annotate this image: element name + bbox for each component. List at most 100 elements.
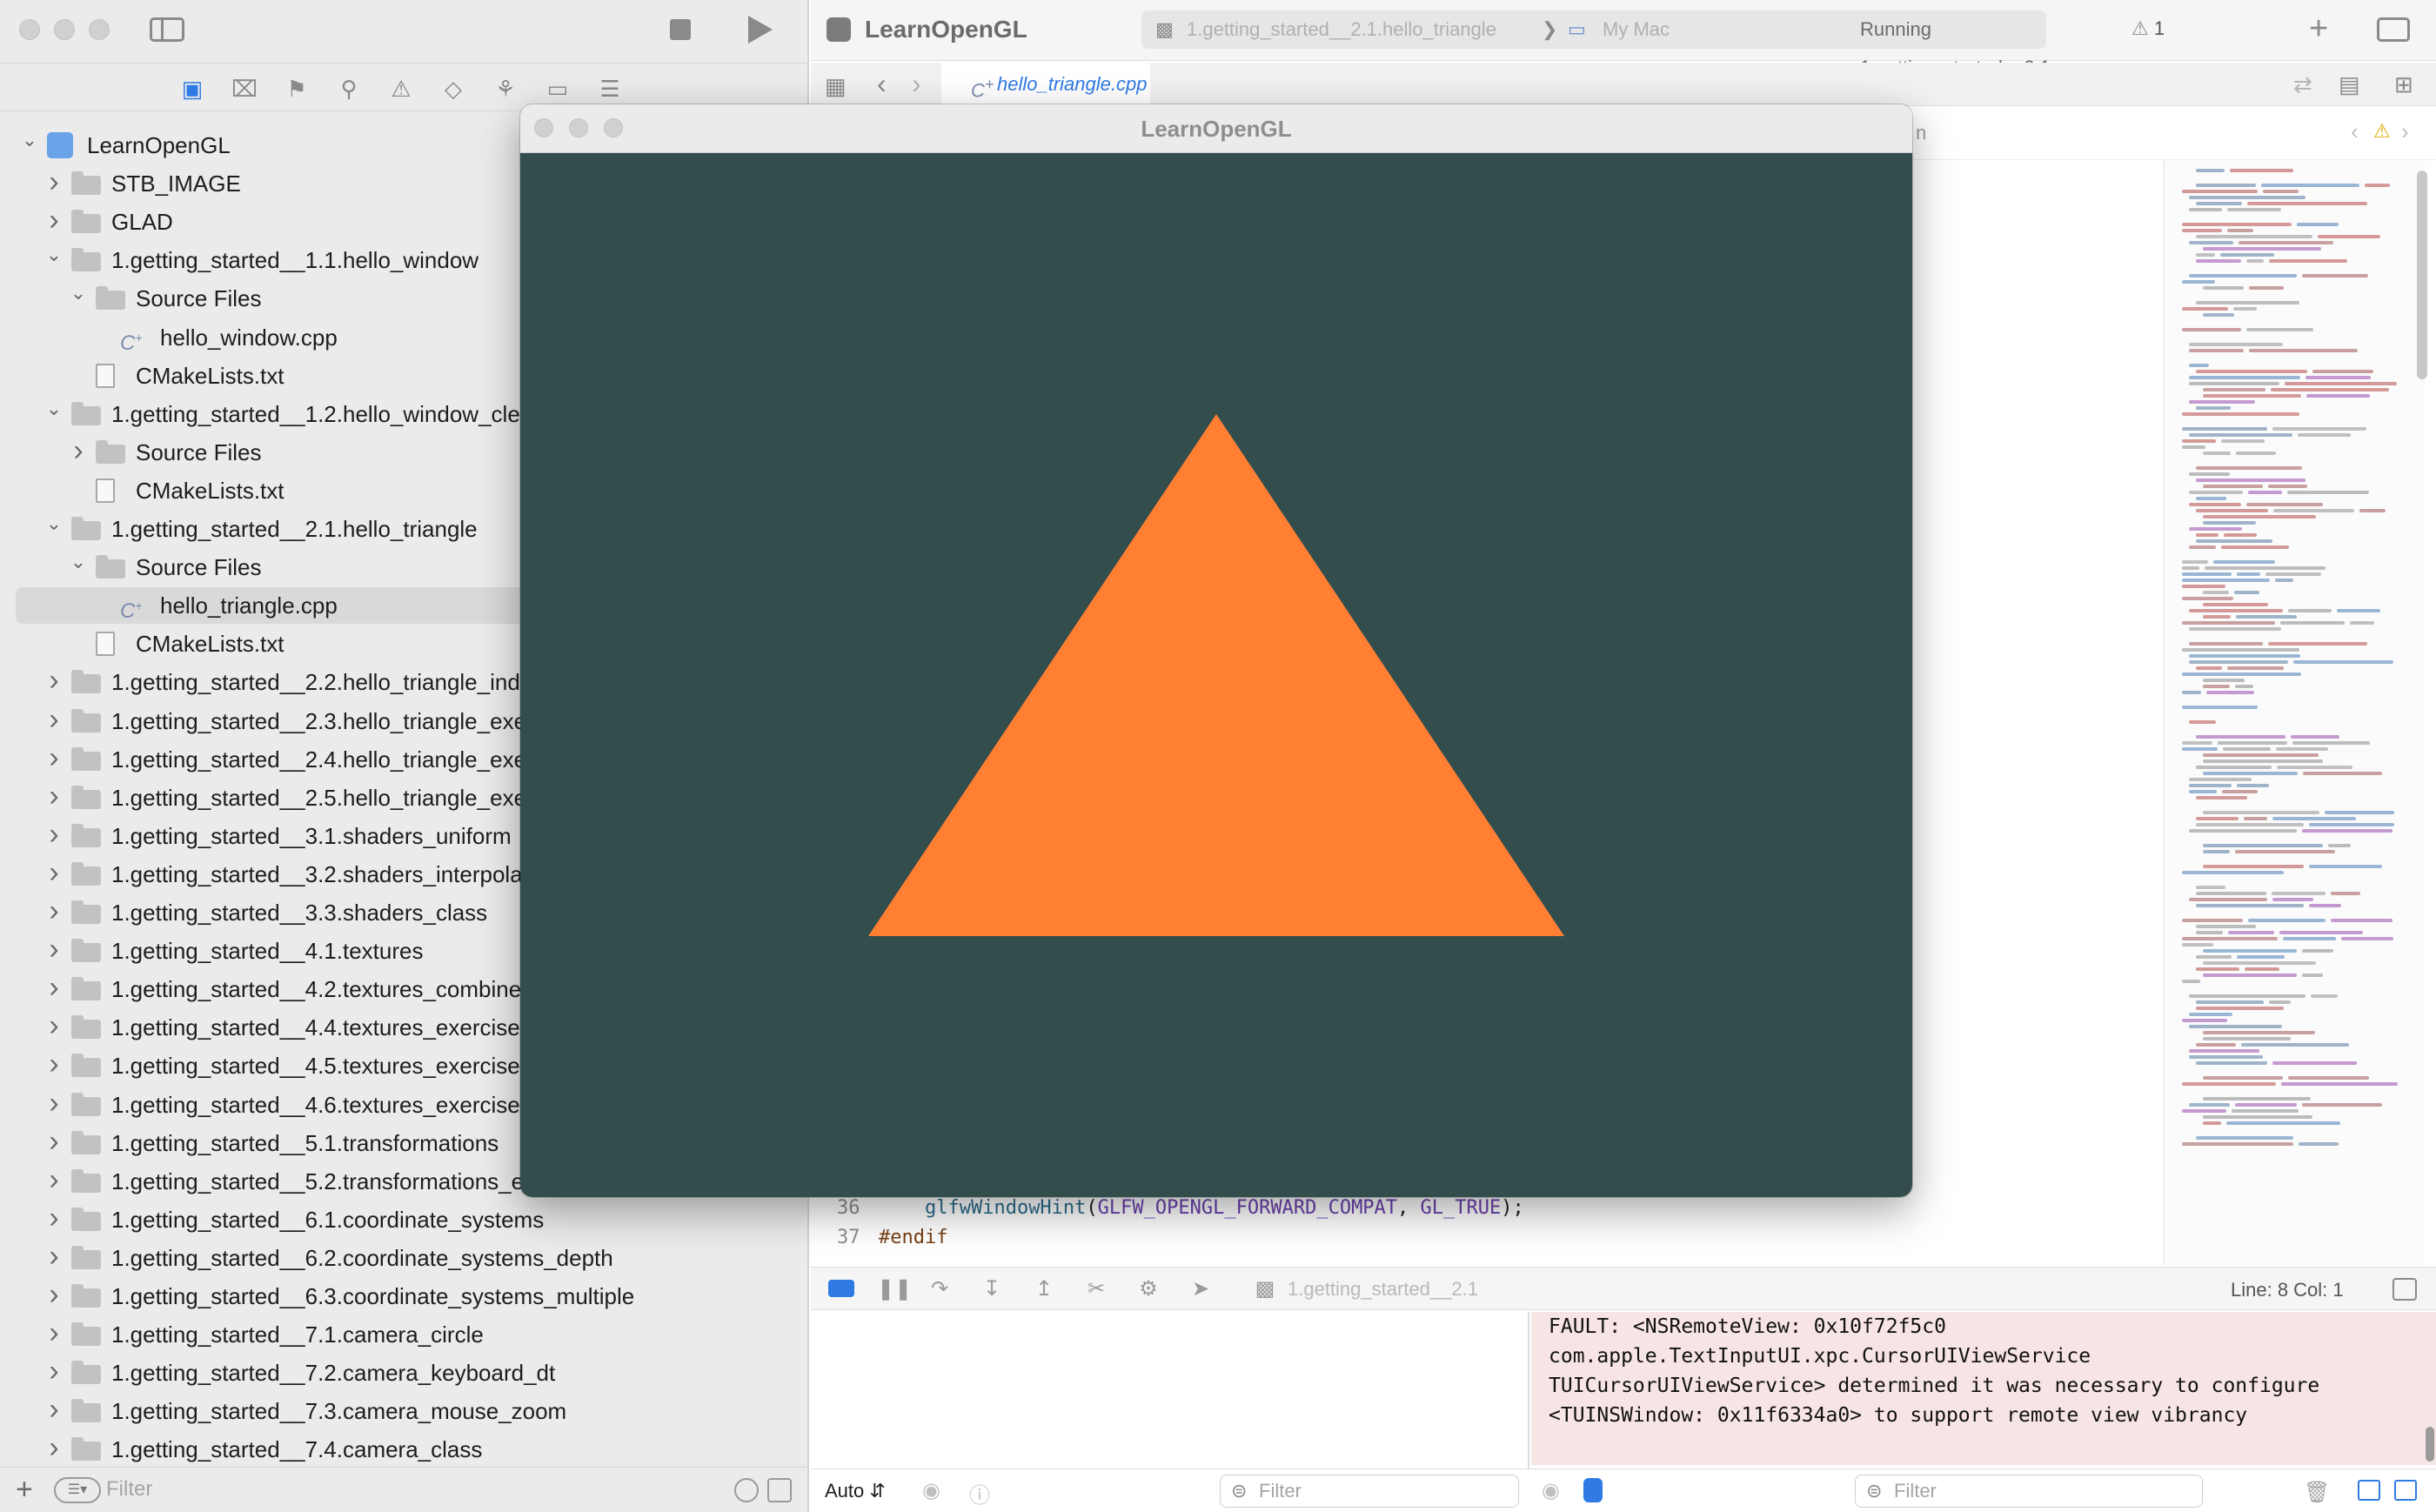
variables-mode-select[interactable]: Auto ⇵ xyxy=(825,1476,886,1506)
tree-item[interactable]: › 1.getting_started__7.4.camera_class xyxy=(16,1431,809,1465)
chevron-right-icon[interactable]: › xyxy=(45,1163,63,1200)
chevron-right-icon[interactable]: › xyxy=(45,664,63,700)
forward-chevron-icon[interactable]: › xyxy=(912,68,921,100)
chevron-down-icon[interactable]: ⌄ xyxy=(70,549,87,585)
chevron-right-icon[interactable]: › xyxy=(45,204,63,240)
grid-icon[interactable]: ▦ xyxy=(825,73,847,100)
hide-debug-area-icon[interactable] xyxy=(2392,1278,2417,1301)
show-console-icon[interactable] xyxy=(2394,1480,2417,1501)
chevron-right-icon[interactable]: › xyxy=(45,818,63,854)
chevron-right-icon[interactable]: › xyxy=(45,1278,63,1315)
chevron-right-icon[interactable]: › xyxy=(45,1355,63,1391)
bookmarks-tab-icon[interactable]: ⚑ xyxy=(284,76,310,102)
back-chevron-icon[interactable]: ‹ xyxy=(877,68,887,100)
project-navigator-tab-folder-icon[interactable]: ▣ xyxy=(179,76,205,102)
issue-warning-icon[interactable]: ⚠ xyxy=(2373,120,2391,143)
chevron-right-icon[interactable]: › xyxy=(45,165,63,202)
debug-tab-spray-icon[interactable]: ⚘ xyxy=(492,76,519,102)
chevron-down-icon[interactable]: ⌄ xyxy=(70,280,87,317)
step-over-icon[interactable]: ↷ xyxy=(927,1278,952,1301)
code-line[interactable]: #endif xyxy=(879,1227,947,1248)
tree-item[interactable]: › 1.getting_started__6.2.coordinate_syste… xyxy=(16,1240,809,1276)
chevron-right-icon[interactable]: › xyxy=(70,434,87,471)
add-icon[interactable]: + xyxy=(16,1473,33,1507)
tree-item[interactable]: › 1.getting_started__7.1.camera_circle xyxy=(16,1316,809,1353)
navigator-filter-input[interactable]: Filter xyxy=(106,1473,152,1506)
console-scrollbar[interactable] xyxy=(2426,1427,2434,1462)
environment-overrides-icon[interactable]: ⚙ xyxy=(1136,1278,1161,1301)
zoom-window-button[interactable] xyxy=(89,19,110,40)
code-line[interactable]: glfwWindowHint(GLFW_OPENGL_FORWARD_COMPA… xyxy=(879,1197,1524,1219)
sidebar-toggle-icon[interactable] xyxy=(150,17,184,42)
scm-filter-icon[interactable] xyxy=(767,1478,792,1502)
opengl-viewport[interactable] xyxy=(520,153,1912,1197)
editor-scrollbar[interactable] xyxy=(2417,171,2427,379)
console-toggle-icon[interactable] xyxy=(1583,1478,1603,1502)
scheme-and-status-bar[interactable]: ▩ 1.getting_started__2.1.hello_triangle … xyxy=(1141,10,2051,78)
tree-item[interactable]: › 1.getting_started__6.1.coordinate_syste… xyxy=(16,1201,809,1238)
chevron-right-icon[interactable]: › xyxy=(45,856,63,893)
filter-options-icon[interactable]: ☰▾ xyxy=(54,1477,101,1503)
show-variables-icon[interactable] xyxy=(2358,1480,2380,1501)
chevron-right-icon[interactable]: › xyxy=(45,1125,63,1161)
report-tab-icon[interactable]: ☰ xyxy=(597,76,623,102)
related-items-icon[interactable]: ⇄ xyxy=(2293,71,2312,98)
variables-filter-input[interactable]: ⊜ Filter xyxy=(1220,1475,1519,1508)
tree-item[interactable]: › 1.getting_started__7.3.camera_mouse_zoo… xyxy=(16,1393,809,1429)
chevron-down-icon[interactable]: ⌄ xyxy=(21,127,38,164)
chevron-right-icon[interactable]: › xyxy=(45,703,63,739)
chevron-right-icon[interactable]: › xyxy=(45,971,63,1007)
step-into-icon[interactable]: ↧ xyxy=(980,1278,1004,1301)
minimap[interactable] xyxy=(2164,160,2425,1265)
issues-tab-warning-icon[interactable]: ⚠ xyxy=(388,76,414,102)
chevron-right-icon[interactable]: › xyxy=(45,1201,63,1238)
minimize-window-button[interactable] xyxy=(54,19,75,40)
chevron-right-icon[interactable]: › xyxy=(45,1047,63,1084)
eye-icon[interactable]: ◉ xyxy=(922,1478,940,1503)
console-eye-icon[interactable]: ◉ xyxy=(1542,1478,1560,1503)
chevron-right-icon[interactable]: › xyxy=(45,1393,63,1429)
chevron-down-icon[interactable]: ⌄ xyxy=(45,242,63,278)
next-issue-icon[interactable]: › xyxy=(2401,118,2409,145)
chevron-right-icon[interactable]: › xyxy=(45,1240,63,1276)
library-plus-icon[interactable]: + xyxy=(2309,10,2328,48)
chevron-right-icon[interactable]: › xyxy=(45,1316,63,1353)
tab-hello-triangle-cpp[interactable]: C+ hello_triangle.cpp xyxy=(941,63,1150,106)
info-icon[interactable]: ⓘ xyxy=(969,1478,990,1509)
opengl-window-titlebar[interactable]: LearnOpenGL xyxy=(520,104,1912,153)
code-editor[interactable]: 36 glfwWindowHint(GLFW_OPENGL_FORWARD_CO… xyxy=(811,1190,2164,1265)
source-control-tab-icon[interactable]: ⌧ xyxy=(231,76,258,102)
chevron-right-icon[interactable]: › xyxy=(45,894,63,931)
breakpoints-tab-icon[interactable]: ▭ xyxy=(545,76,571,102)
scheme-target[interactable]: 1.getting_started__2.1.hello_triangle xyxy=(1187,10,1496,49)
find-tab-search-icon[interactable]: ⚲ xyxy=(336,76,362,102)
console-output[interactable]: FAULT: <NSRemoteView: 0x10f72f5c0 com.app… xyxy=(1531,1312,2436,1465)
breakpoints-toggle-icon[interactable] xyxy=(828,1280,854,1297)
debug-view-hierarchy-icon[interactable]: ✂ xyxy=(1084,1278,1108,1301)
chevron-right-icon[interactable]: › xyxy=(45,1009,63,1046)
chevron-right-icon[interactable]: › xyxy=(45,933,63,969)
run-icon[interactable] xyxy=(748,16,773,43)
chevron-down-icon[interactable]: ⌄ xyxy=(45,396,63,432)
console-filter-input[interactable]: ⊜ Filter xyxy=(1855,1475,2203,1508)
add-editor-icon[interactable]: ⊞ xyxy=(2394,71,2413,98)
tree-item[interactable]: › 1.getting_started__6.3.coordinate_syste… xyxy=(16,1278,809,1315)
chevron-right-icon[interactable]: › xyxy=(45,741,63,778)
tests-tab-diamond-icon[interactable]: ◇ xyxy=(440,76,466,102)
trash-icon[interactable]: 🗑 xyxy=(2304,1480,2330,1505)
editor-options-icon[interactable]: ▤ xyxy=(2339,71,2360,98)
inspector-toggle-icon[interactable] xyxy=(2377,17,2410,42)
opengl-window[interactable]: LearnOpenGL xyxy=(520,104,1912,1197)
warning-count-badge[interactable]: ⚠ 1 xyxy=(2132,17,2165,40)
step-out-icon[interactable]: ↥ xyxy=(1032,1278,1056,1301)
stop-icon[interactable] xyxy=(670,19,691,40)
recent-files-clock-icon[interactable] xyxy=(734,1478,759,1502)
run-destination[interactable]: My Mac xyxy=(1603,10,1670,49)
chevron-right-icon[interactable]: › xyxy=(45,1431,63,1465)
tree-item[interactable]: › 1.getting_started__7.2.camera_keyboard_… xyxy=(16,1355,809,1391)
simulate-location-icon[interactable]: ➤ xyxy=(1188,1278,1213,1301)
previous-issue-icon[interactable]: ‹ xyxy=(2351,118,2359,145)
chevron-down-icon[interactable]: ⌄ xyxy=(45,511,63,547)
pause-icon[interactable]: ❚❚ xyxy=(877,1278,912,1301)
chevron-right-icon[interactable]: › xyxy=(45,1087,63,1123)
